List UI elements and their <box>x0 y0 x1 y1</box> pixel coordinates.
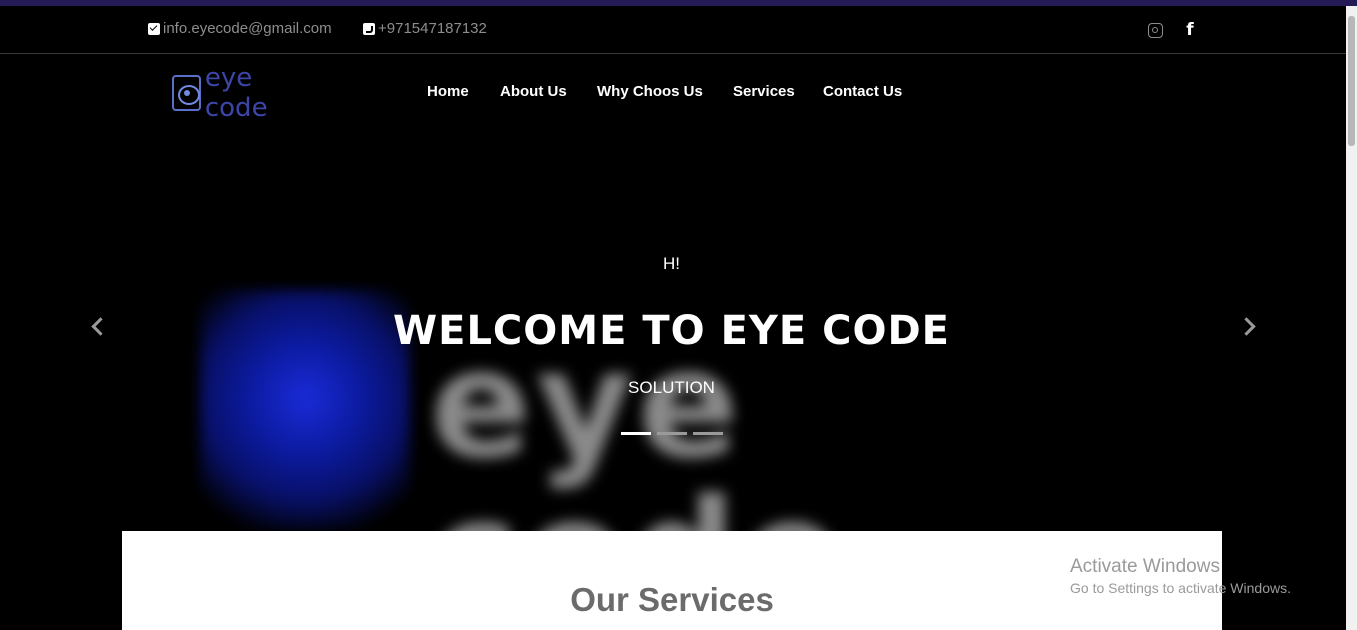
carousel-indicator-2[interactable] <box>657 432 687 435</box>
carousel-indicators <box>621 432 729 435</box>
facebook-icon: f <box>1186 20 1194 40</box>
carousel-next-chevron-icon[interactable] <box>1238 316 1258 336</box>
email-link[interactable]: info.eyecode@gmail.com <box>148 20 332 37</box>
watermark-line-2: Go to Settings to activate Windows. <box>1070 580 1291 596</box>
hero-title: WELCOME TO EYE CODE <box>393 308 950 354</box>
hero-subtitle: SOLUTION <box>628 378 715 397</box>
scrollbar-thumb[interactable] <box>1348 16 1355 146</box>
carousel-prev-chevron-icon[interactable] <box>88 316 108 336</box>
email-text: info.eyecode@gmail.com <box>163 20 332 37</box>
instagram-icon <box>1147 22 1163 38</box>
page-scrollbar[interactable] <box>1346 6 1357 630</box>
hero-greeting: H! <box>663 254 680 273</box>
watermark-line-1: Activate Windows <box>1070 556 1220 577</box>
instagram-link[interactable] <box>1146 21 1164 39</box>
phone-icon <box>363 22 375 35</box>
carousel-indicator-3[interactable] <box>693 432 723 435</box>
services-title: Our Services <box>570 581 774 618</box>
activate-windows-watermark: Activate Windows Go to Settings to activ… <box>1070 556 1291 596</box>
main-nav: Home About Us Why Choos Us Services Cont… <box>0 83 1357 103</box>
nav-about-us[interactable]: About Us <box>500 83 567 100</box>
nav-services[interactable]: Services <box>733 83 795 100</box>
nav-contact-us[interactable]: Contact Us <box>823 83 902 100</box>
phone-link[interactable]: +971547187132 <box>363 20 487 37</box>
nav-home[interactable]: Home <box>427 83 469 100</box>
carousel-indicator-1[interactable] <box>621 432 651 435</box>
phone-text: +971547187132 <box>378 20 487 37</box>
envelope-icon <box>148 22 160 35</box>
services-section: Our Services <box>122 531 1222 630</box>
nav-why-choose-us[interactable]: Why Choos Us <box>597 83 703 100</box>
contact-topbar: info.eyecode@gmail.com +971547187132 f <box>0 6 1346 54</box>
facebook-link[interactable]: f <box>1181 20 1199 40</box>
